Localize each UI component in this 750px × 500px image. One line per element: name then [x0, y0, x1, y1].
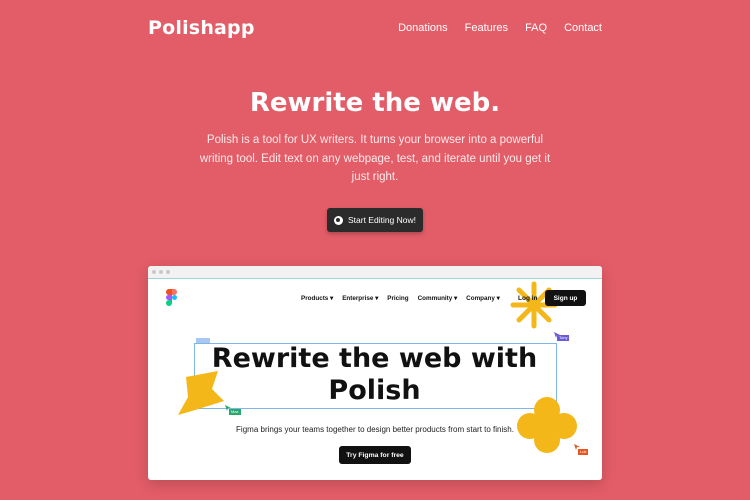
preview-window: Products ▾ Enterprise ▾ Pricing Communit… [148, 266, 602, 480]
preview-page: Products ▾ Enterprise ▾ Pricing Communit… [148, 279, 602, 480]
start-editing-button[interactable]: Start Editing Now! [327, 208, 423, 232]
cursor-tag-tony: Tony [557, 335, 570, 341]
window-dot-icon [166, 270, 170, 274]
window-dot-icon [152, 270, 156, 274]
preview-nav-community[interactable]: Community ▾ [418, 295, 458, 302]
nav-faq[interactable]: FAQ [525, 22, 547, 34]
figma-logo-icon [166, 289, 177, 306]
chrome-icon [333, 215, 343, 225]
preview-login-link[interactable]: Log in [518, 295, 538, 302]
nav-features[interactable]: Features [465, 22, 508, 34]
nav-donations[interactable]: Donations [398, 22, 448, 34]
preview-nav-company[interactable]: Company ▾ [466, 295, 500, 302]
cursor-tag-luk: Luk [578, 449, 589, 455]
window-dot-icon [159, 270, 163, 274]
nav-contact[interactable]: Contact [564, 22, 602, 34]
preview-signup-button[interactable]: Sign up [545, 290, 586, 306]
hero-subtitle: Polish is a tool for UX writers. It turn… [199, 134, 551, 183]
preview-nav: Products ▾ Enterprise ▾ Pricing Communit… [301, 295, 500, 302]
start-editing-label: Start Editing Now! [347, 215, 417, 225]
preview-headline[interactable]: Rewrite the web with Polish [194, 343, 555, 407]
preview-nav-products[interactable]: Products ▾ [301, 295, 333, 302]
top-nav: Donations Features FAQ Contact [398, 22, 602, 34]
preview-nav-pricing[interactable]: Pricing [387, 295, 408, 302]
ribbon-flag-icon [178, 371, 224, 415]
cursor-tag-max: Max [229, 409, 241, 415]
preview-nav-enterprise[interactable]: Enterprise ▾ [342, 295, 378, 302]
preview-subline: Figma brings your teams together to desi… [236, 425, 514, 434]
hero-title: Rewrite the web. [249, 88, 501, 118]
brand-logo[interactable]: Polishapp [148, 17, 255, 39]
try-figma-button[interactable]: Try Figma for free [339, 446, 411, 464]
